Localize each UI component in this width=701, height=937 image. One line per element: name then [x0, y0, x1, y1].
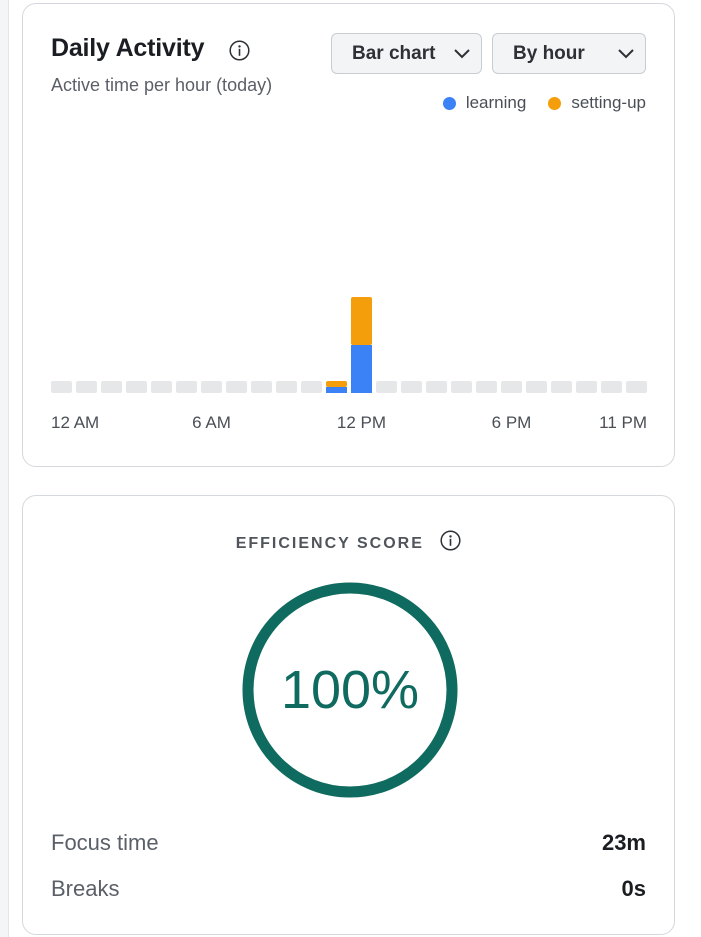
- x-tick-label: 6 AM: [192, 413, 231, 432]
- bar-empty-hour-17: [476, 381, 497, 393]
- x-tick-label: 6 PM: [492, 413, 532, 432]
- x-tick-label: 12 AM: [51, 413, 99, 432]
- bar-empty-hour-18: [501, 381, 522, 393]
- bar-learning-hour-12[interactable]: [351, 345, 372, 393]
- bar-learning-hour-11[interactable]: [326, 387, 347, 393]
- bar-empty-hour-10: [301, 381, 322, 393]
- left-rail: [0, 0, 9, 937]
- bar-empty-hour-15: [426, 381, 447, 393]
- bar-empty-hour-20: [551, 381, 572, 393]
- bar-empty-hour-14: [401, 381, 422, 393]
- info-icon[interactable]: [440, 530, 461, 556]
- bar-empty-hour-6: [201, 381, 222, 393]
- bar-empty-hour-3: [126, 381, 147, 393]
- stat-row-focus-time: Focus time 23m: [51, 830, 646, 856]
- bar-empty-hour-23: [626, 381, 647, 393]
- bar-empty-hour-9: [276, 381, 297, 393]
- stat-row-breaks: Breaks 0s: [51, 876, 646, 902]
- efficiency-heading: EFFICIENCY SCORE: [23, 530, 674, 557]
- efficiency-score-card: EFFICIENCY SCORE 100% Focus time 23m Bre…: [22, 495, 675, 935]
- bar-empty-hour-19: [526, 381, 547, 393]
- efficiency-label: EFFICIENCY SCORE: [235, 535, 424, 552]
- bar-setting-up-hour-12[interactable]: [351, 297, 372, 345]
- bar-empty-hour-16: [451, 381, 472, 393]
- bar-empty-hour-8: [251, 381, 272, 393]
- efficiency-gauge: 100%: [242, 582, 458, 798]
- x-tick-label: 11 PM: [599, 413, 647, 432]
- bar-setting-up-hour-11[interactable]: [326, 381, 347, 387]
- bar-empty-hour-22: [601, 381, 622, 393]
- bar-empty-hour-4: [151, 381, 172, 393]
- stat-value-focus-time: 23m: [601, 830, 646, 855]
- bar-empty-hour-0: [51, 381, 72, 393]
- daily-activity-card: Daily Activity Active time per hour (tod…: [22, 3, 675, 467]
- bar-empty-hour-7: [226, 381, 247, 393]
- stat-value-breaks: 0s: [621, 876, 646, 901]
- stat-label-focus-time: Focus time: [51, 830, 159, 855]
- bar-empty-hour-5: [176, 381, 197, 393]
- bar-empty-hour-13: [376, 381, 397, 393]
- efficiency-score-value: 100%: [281, 660, 419, 720]
- x-tick-label: 12 PM: [337, 413, 386, 432]
- bar-empty-hour-21: [576, 381, 597, 393]
- bar-empty-hour-1: [76, 381, 97, 393]
- stat-label-breaks: Breaks: [51, 876, 120, 901]
- activity-bar-chart: 12 AM 6 AM 12 PM 6 PM 11 PM: [51, 297, 647, 432]
- bar-empty-hour-2: [101, 381, 122, 393]
